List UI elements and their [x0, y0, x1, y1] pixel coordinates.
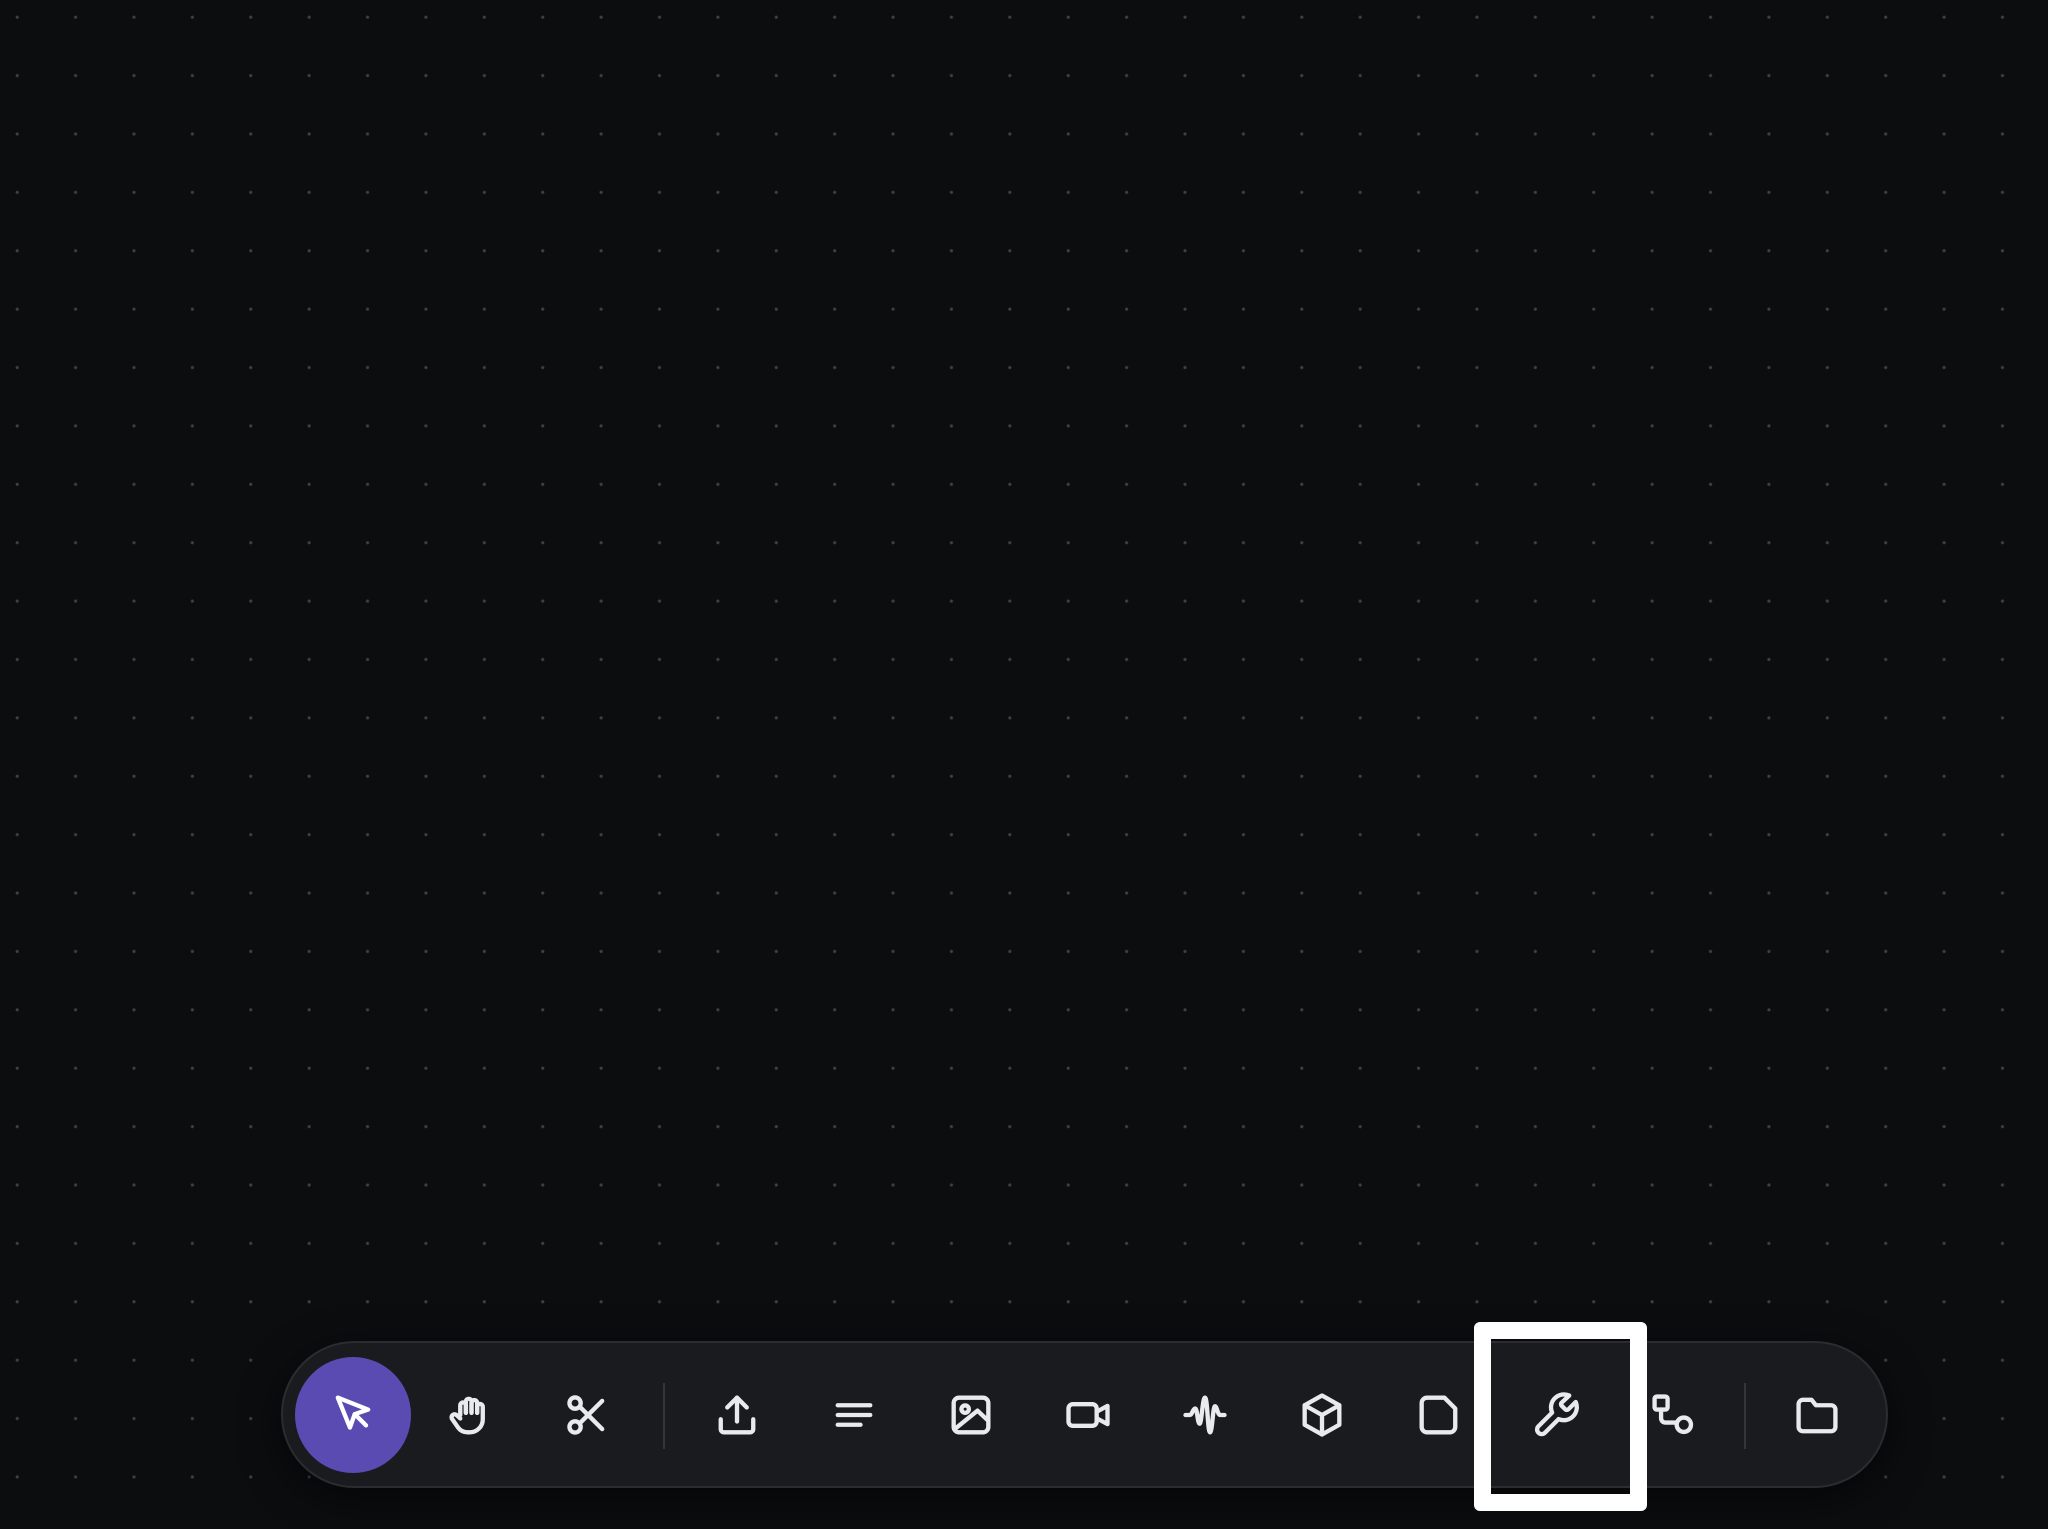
sticky-note-icon [1419, 1395, 1458, 1435]
text-lines-icon [835, 1403, 873, 1427]
flow-connector-icon [1652, 1394, 1694, 1435]
toolbar-divider [1744, 1383, 1746, 1449]
pan-tool-button[interactable] [412, 1357, 528, 1473]
dot-grid-canvas[interactable] [0, 0, 2048, 1529]
hand-icon [449, 1396, 485, 1435]
toolbar-divider [663, 1383, 665, 1449]
scissors-icon [567, 1395, 605, 1435]
select-tool-button[interactable] [295, 1357, 411, 1473]
folder-icon [1796, 1397, 1838, 1434]
tools-button-highlight [1474, 1322, 1647, 1511]
video-camera-icon [1066, 1402, 1110, 1428]
cube-icon [1302, 1393, 1342, 1437]
text-tool-button[interactable] [796, 1357, 912, 1473]
3d-object-tool-button[interactable] [1264, 1357, 1380, 1473]
upload-button[interactable] [679, 1357, 795, 1473]
folder-button[interactable] [1759, 1357, 1875, 1473]
image-tool-button[interactable] [913, 1357, 1029, 1473]
audio-waveform-icon [1183, 1395, 1227, 1435]
video-tool-button[interactable] [1030, 1357, 1146, 1473]
cursor-icon [335, 1395, 371, 1430]
image-icon [951, 1395, 991, 1435]
upload-icon [718, 1395, 756, 1435]
audio-tool-button[interactable] [1147, 1357, 1263, 1473]
cut-tool-button[interactable] [529, 1357, 645, 1473]
